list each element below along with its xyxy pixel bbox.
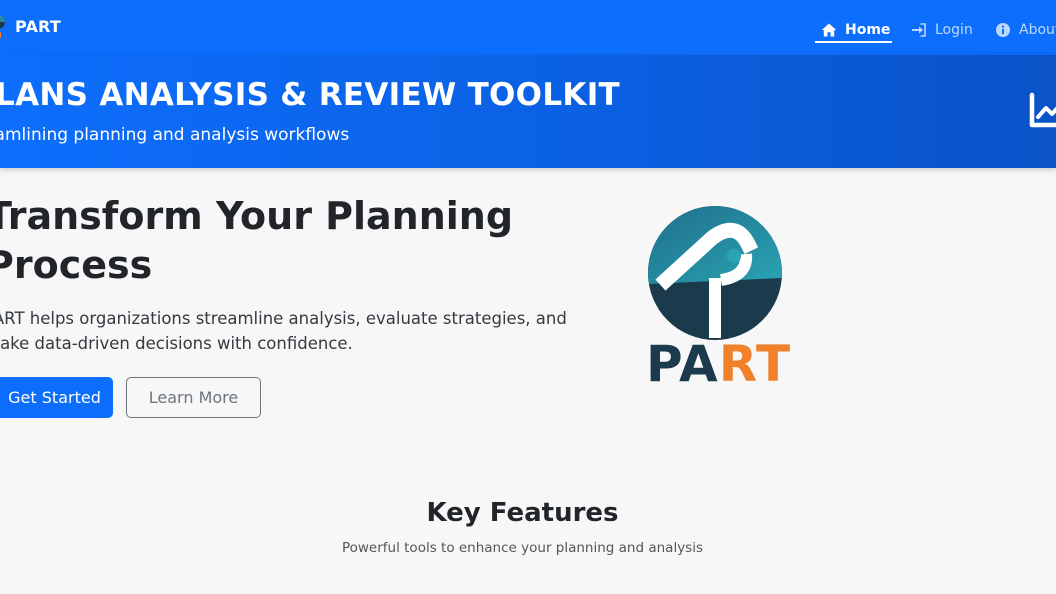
hero-description: PART helps organizations streamline anal… [0,309,567,353]
banner-title: PLANS ANALYSIS & REVIEW TOOLKIT [0,77,620,113]
active-nav-indicator [815,41,892,43]
login-icon [912,23,926,37]
brand-name: PART [15,17,61,36]
features-subtitle: Powerful tools to enhance your planning … [341,540,704,556]
features-title: Key Features [426,498,619,528]
part-logo-icon [0,15,5,38]
get-started-button[interactable]: Get Started [0,377,113,418]
banner-subtitle: Streamlining planning and analysis workf… [0,125,350,145]
logo-word-pa: PA [646,335,719,393]
nav-login-label: Login [935,22,973,38]
page-header-banner: PLANS ANALYSIS & REVIEW TOOLKIT Streamli… [0,55,1056,168]
chart-line-icon [1029,92,1056,128]
learn-more-button[interactable]: Learn More [126,377,261,418]
nav-home-link[interactable]: Home [821,17,890,43]
nav-about-link[interactable]: About [995,17,1056,43]
logo-word-rt: RT [718,335,792,393]
navbar: PART Home Login About [0,0,1056,55]
part-logo-mark-icon [648,206,782,340]
part-logo-wordmark: PART [646,338,791,390]
nav-login-link[interactable]: Login [911,17,973,43]
home-icon [821,23,837,37]
nav-about-label: About [1019,22,1056,38]
nav-home-label: Home [845,22,891,38]
hero-title: Transform Your Planning Process [0,194,514,287]
info-icon [996,23,1010,37]
